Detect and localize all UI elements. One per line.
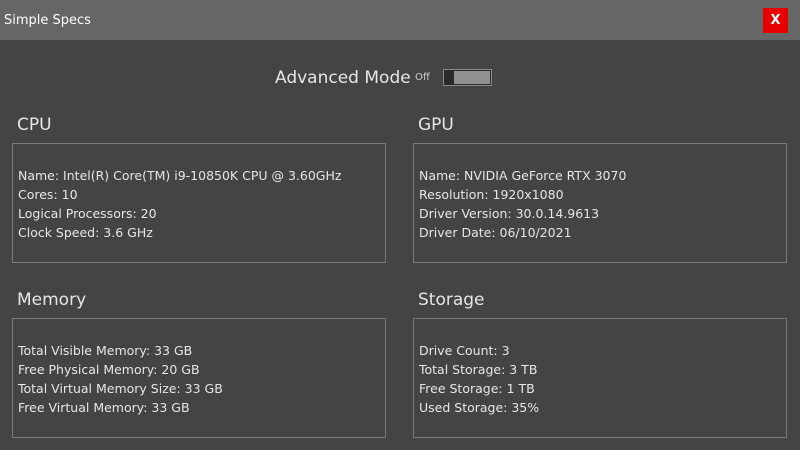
gpu-driver-version: Driver Version: 30.0.14.9613 bbox=[419, 206, 600, 221]
close-button[interactable]: X bbox=[763, 8, 788, 33]
toggle-state-label: Off bbox=[415, 72, 430, 83]
storage-drive-count: Drive Count: 3 bbox=[419, 343, 510, 358]
cpu-logical-processors: Logical Processors: 20 bbox=[18, 206, 157, 221]
advanced-mode-label: Advanced Mode bbox=[275, 68, 411, 88]
memory-total-virtual: Total Virtual Memory Size: 33 GB bbox=[18, 381, 223, 396]
gpu-driver-date: Driver Date: 06/10/2021 bbox=[419, 225, 572, 240]
storage-panel: Drive Count: 3 Total Storage: 3 TB Free … bbox=[413, 318, 787, 438]
storage-free: Free Storage: 1 TB bbox=[419, 381, 535, 396]
cpu-clock-speed: Clock Speed: 3.6 GHz bbox=[18, 225, 153, 240]
title-bar[interactable]: Simple Specs X bbox=[0, 0, 800, 40]
memory-free-virtual: Free Virtual Memory: 33 GB bbox=[18, 400, 190, 415]
cpu-name: Name: Intel(R) Core(TM) i9-10850K CPU @ … bbox=[18, 168, 342, 183]
toggle-track bbox=[454, 71, 490, 84]
memory-info-list: Total Visible Memory: 33 GB Free Physica… bbox=[18, 341, 223, 417]
gpu-section-title: GPU bbox=[418, 115, 454, 135]
memory-section-title: Memory bbox=[17, 290, 87, 310]
memory-panel: Total Visible Memory: 33 GB Free Physica… bbox=[12, 318, 386, 438]
cpu-section-title: CPU bbox=[17, 115, 52, 135]
app-window: Simple Specs X Advanced Mode Off CPU Nam… bbox=[0, 0, 800, 450]
memory-total-visible: Total Visible Memory: 33 GB bbox=[18, 343, 193, 358]
window-title: Simple Specs bbox=[4, 13, 91, 28]
cpu-panel: Name: Intel(R) Core(TM) i9-10850K CPU @ … bbox=[12, 143, 386, 263]
gpu-resolution: Resolution: 1920x1080 bbox=[419, 187, 564, 202]
gpu-info-list: Name: NVIDIA GeForce RTX 3070 Resolution… bbox=[419, 166, 626, 242]
storage-used: Used Storage: 35% bbox=[419, 400, 540, 415]
advanced-mode-toggle[interactable] bbox=[443, 69, 492, 86]
memory-free-physical: Free Physical Memory: 20 GB bbox=[18, 362, 200, 377]
storage-total: Total Storage: 3 TB bbox=[419, 362, 538, 377]
toggle-knob bbox=[444, 70, 453, 85]
gpu-name: Name: NVIDIA GeForce RTX 3070 bbox=[419, 168, 627, 183]
cpu-cores: Cores: 10 bbox=[18, 187, 78, 202]
cpu-info-list: Name: Intel(R) Core(TM) i9-10850K CPU @ … bbox=[18, 166, 341, 242]
storage-info-list: Drive Count: 3 Total Storage: 3 TB Free … bbox=[419, 341, 539, 417]
storage-section-title: Storage bbox=[418, 290, 485, 310]
gpu-panel: Name: NVIDIA GeForce RTX 3070 Resolution… bbox=[413, 143, 787, 263]
